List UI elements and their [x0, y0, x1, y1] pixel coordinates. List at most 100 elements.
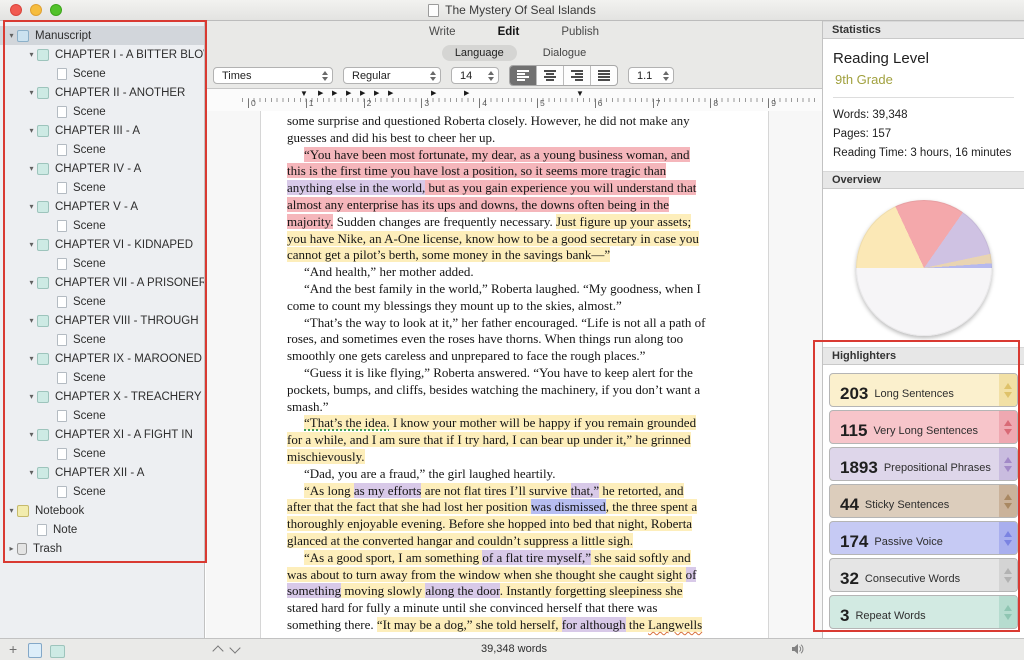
stepper-down-icon[interactable] [1004, 540, 1012, 546]
highlighter-stepper[interactable] [999, 411, 1017, 443]
highlighter-card-long-sentences[interactable]: 203Long Sentences [829, 373, 1018, 407]
disclosure-triangle-icon[interactable]: ▾ [26, 392, 37, 401]
highlighter-stepper[interactable] [999, 522, 1017, 554]
sidebar-item-scene[interactable]: Scene [0, 292, 204, 311]
highlighter-stepper[interactable] [999, 448, 1017, 480]
sidebar-item-chapter-v-a[interactable]: ▾CHAPTER V - A [0, 197, 204, 216]
disclosure-triangle-icon[interactable]: ▾ [26, 202, 37, 211]
highlighter-card-repeat-words[interactable]: 3Repeat Words [829, 595, 1018, 629]
tab-stop-marker-icon[interactable]: ▶ [318, 89, 323, 97]
sidebar-item-scene[interactable]: Scene [0, 406, 204, 425]
tab-stop-marker-icon[interactable]: ▶ [360, 89, 365, 97]
font-family-select[interactable]: Times [213, 67, 333, 84]
sidebar-item-chapter-ix-marooned[interactable]: ▾CHAPTER IX - MAROONED [0, 349, 204, 368]
sidebar-item-scene[interactable]: Scene [0, 140, 204, 159]
sidebar-item-chapter-xii-a[interactable]: ▾CHAPTER XII - A [0, 463, 204, 482]
disclosure-triangle-icon[interactable]: ▾ [26, 468, 37, 477]
highlighter-card-passive-voice[interactable]: 174Passive Voice [829, 521, 1018, 555]
add-item-button[interactable]: + [9, 641, 17, 657]
tab-stop-marker-icon[interactable]: ▼ [576, 89, 584, 98]
highlighter-card-consecutive-words[interactable]: 32Consecutive Words [829, 558, 1018, 592]
disclosure-triangle-icon[interactable]: ▸ [6, 544, 17, 553]
sidebar-item-note[interactable]: Note [0, 520, 204, 539]
stepper-down-icon[interactable] [1004, 392, 1012, 398]
align-right-button[interactable] [563, 66, 590, 85]
sidebar-item-scene[interactable]: Scene [0, 482, 204, 501]
font-size-stepper[interactable]: 14 [451, 67, 499, 84]
sidebar-item-chapter-xi-a-fight-in[interactable]: ▾CHAPTER XI - A FIGHT IN [0, 425, 204, 444]
sidebar-item-notebook[interactable]: ▾Notebook [0, 501, 204, 520]
sidebar-item-chapter-x-treachery[interactable]: ▾CHAPTER X - TREACHERY [0, 387, 204, 406]
sidebar-item-chapter-ii-another[interactable]: ▾CHAPTER II - ANOTHER [0, 83, 204, 102]
tab-stop-marker-icon[interactable]: ▶ [431, 89, 436, 97]
stepper-up-icon[interactable] [1004, 383, 1012, 389]
sidebar-item-scene[interactable]: Scene [0, 444, 204, 463]
sidebar-item-scene[interactable]: Scene [0, 102, 204, 121]
line-spacing-stepper[interactable]: 1.1 [628, 67, 674, 84]
tab-stop-marker-icon[interactable]: ▶ [332, 89, 337, 97]
disclosure-triangle-icon[interactable]: ▾ [26, 240, 37, 249]
manuscript-page[interactable]: some surprise and questioned Roberta clo… [260, 111, 769, 638]
align-justify-button[interactable] [590, 66, 617, 85]
highlighter-stepper[interactable] [999, 559, 1017, 591]
stepper-up-icon[interactable] [1004, 568, 1012, 574]
highlighter-card-very-long-sentences[interactable]: 115Very Long Sentences [829, 410, 1018, 444]
sidebar-item-manuscript[interactable]: ▾Manuscript [0, 26, 204, 45]
highlighter-stepper[interactable] [999, 596, 1017, 628]
sidebar-item-chapter-viii-through[interactable]: ▾CHAPTER VIII - THROUGH [0, 311, 204, 330]
disclosure-triangle-icon[interactable]: ▾ [26, 316, 37, 325]
disclosure-triangle-icon[interactable]: ▾ [6, 506, 17, 515]
sidebar-item-scene[interactable]: Scene [0, 368, 204, 387]
stepper-up-icon[interactable] [1004, 457, 1012, 463]
disclosure-triangle-icon[interactable]: ▾ [26, 50, 37, 59]
speaker-icon[interactable] [792, 643, 805, 658]
new-text-icon[interactable] [28, 643, 42, 658]
new-folder-icon[interactable] [50, 645, 65, 658]
tab-stop-marker-icon[interactable]: ▶ [388, 89, 393, 97]
sidebar-item-trash[interactable]: ▸Trash [0, 539, 204, 558]
tab-stop-marker-icon[interactable]: ▶ [374, 89, 379, 97]
sidebar-item-chapter-vi-kidnaped[interactable]: ▾CHAPTER VI - KIDNAPED [0, 235, 204, 254]
stepper-up-icon[interactable] [1004, 494, 1012, 500]
align-left-button[interactable] [510, 66, 536, 85]
align-center-button[interactable] [536, 66, 563, 85]
highlighter-card-prepositional-phrases[interactable]: 1893Prepositional Phrases [829, 447, 1018, 481]
highlighter-stepper[interactable] [999, 374, 1017, 406]
subtab-language[interactable]: Language [442, 45, 517, 61]
disclosure-triangle-icon[interactable]: ▾ [26, 164, 37, 173]
ruler[interactable]: 0123456789▼▶▶▶▶▶▶▶▶▼ [206, 89, 822, 112]
disclosure-triangle-icon[interactable]: ▾ [26, 354, 37, 363]
stepper-down-icon[interactable] [1004, 614, 1012, 620]
disclosure-triangle-icon[interactable]: ▾ [26, 126, 37, 135]
sidebar-item-scene[interactable]: Scene [0, 330, 204, 349]
disclosure-triangle-icon[interactable]: ▾ [26, 88, 37, 97]
sidebar-item-chapter-i-a-bitter-blow[interactable]: ▾CHAPTER I - A BITTER BLOW [0, 45, 204, 64]
sidebar-item-chapter-iv-a[interactable]: ▾CHAPTER IV - A [0, 159, 204, 178]
sidebar-item-scene[interactable]: Scene [0, 216, 204, 235]
highlighter-card-sticky-sentences[interactable]: 44Sticky Sentences [829, 484, 1018, 518]
sidebar-item-scene[interactable]: Scene [0, 254, 204, 273]
tab-publish[interactable]: Publish [561, 26, 599, 38]
tab-stop-marker-icon[interactable]: ▶ [464, 89, 469, 97]
stepper-down-icon[interactable] [1004, 466, 1012, 472]
stepper-up-icon[interactable] [1004, 605, 1012, 611]
stepper-up-icon[interactable] [1004, 531, 1012, 537]
tab-edit[interactable]: Edit [498, 26, 520, 38]
stepper-down-icon[interactable] [1004, 429, 1012, 435]
stepper-down-icon[interactable] [1004, 503, 1012, 509]
sidebar-item-scene[interactable]: Scene [0, 178, 204, 197]
tab-stop-marker-icon[interactable]: ▶ [346, 89, 351, 97]
disclosure-triangle-icon[interactable]: ▾ [6, 31, 17, 40]
disclosure-triangle-icon[interactable]: ▾ [26, 278, 37, 287]
highlighter-stepper[interactable] [999, 485, 1017, 517]
font-style-select[interactable]: Regular [343, 67, 441, 84]
sidebar-item-chapter-iii-a[interactable]: ▾CHAPTER III - A [0, 121, 204, 140]
disclosure-triangle-icon[interactable]: ▾ [26, 430, 37, 439]
tab-write[interactable]: Write [429, 26, 456, 38]
sidebar-item-chapter-vii-a-prisoner[interactable]: ▾CHAPTER VII - A PRISONER [0, 273, 204, 292]
tab-stop-marker-icon[interactable]: ▼ [300, 89, 308, 98]
stepper-up-icon[interactable] [1004, 420, 1012, 426]
stepper-down-icon[interactable] [1004, 577, 1012, 583]
sidebar-item-scene[interactable]: Scene [0, 64, 204, 83]
subtab-dialogue[interactable]: Dialogue [543, 47, 586, 59]
